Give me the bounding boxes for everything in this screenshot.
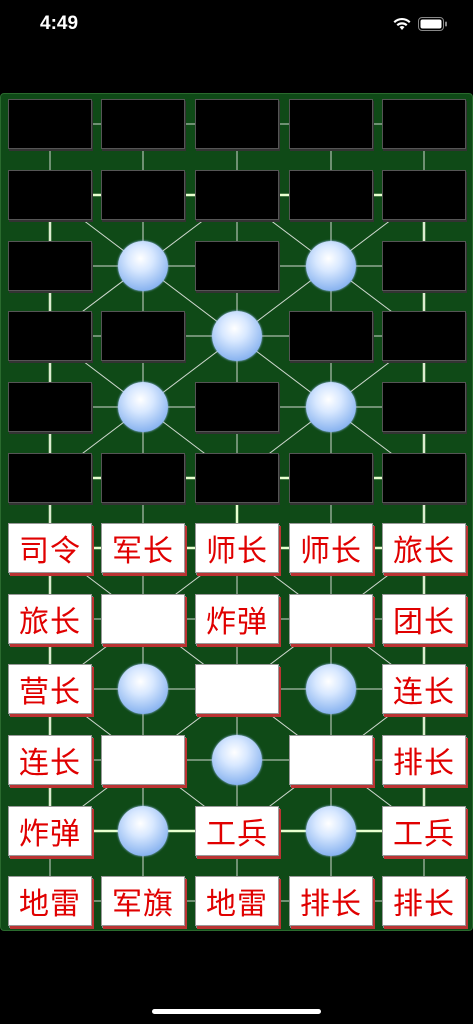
hidden-piece[interactable] xyxy=(195,99,279,149)
camp-circle[interactable] xyxy=(118,664,168,714)
piece[interactable]: 工兵 xyxy=(195,806,279,856)
piece[interactable] xyxy=(101,594,185,644)
piece[interactable]: 团长 xyxy=(382,594,466,644)
hidden-piece[interactable] xyxy=(382,311,466,361)
hidden-piece[interactable] xyxy=(195,382,279,432)
piece[interactable]: 排长 xyxy=(289,876,373,926)
hidden-piece[interactable] xyxy=(289,453,373,503)
piece[interactable]: 军旗 xyxy=(101,876,185,926)
camp-circle[interactable] xyxy=(118,382,168,432)
hidden-piece[interactable] xyxy=(382,170,466,220)
piece[interactable]: 地雷 xyxy=(8,876,92,926)
camp-circle[interactable] xyxy=(306,806,356,856)
hidden-piece[interactable] xyxy=(101,311,185,361)
hidden-piece[interactable] xyxy=(101,170,185,220)
hidden-piece[interactable] xyxy=(382,453,466,503)
piece[interactable]: 排长 xyxy=(382,876,466,926)
piece[interactable]: 地雷 xyxy=(195,876,279,926)
hidden-piece[interactable] xyxy=(289,170,373,220)
camp-circle[interactable] xyxy=(306,382,356,432)
hidden-piece[interactable] xyxy=(289,99,373,149)
piece[interactable] xyxy=(289,594,373,644)
battery-icon xyxy=(418,17,447,31)
hidden-piece[interactable] xyxy=(382,99,466,149)
piece[interactable]: 连长 xyxy=(8,735,92,785)
piece[interactable]: 炸弹 xyxy=(195,594,279,644)
piece[interactable] xyxy=(195,664,279,714)
status-bar: 4:49 xyxy=(0,0,473,50)
hidden-piece[interactable] xyxy=(382,382,466,432)
camp-circle[interactable] xyxy=(118,806,168,856)
hidden-piece[interactable] xyxy=(195,453,279,503)
piece[interactable]: 工兵 xyxy=(382,806,466,856)
home-indicator xyxy=(152,1009,321,1014)
piece[interactable]: 营长 xyxy=(8,664,92,714)
piece[interactable]: 军长 xyxy=(101,523,185,573)
hidden-piece[interactable] xyxy=(8,241,92,291)
piece[interactable]: 排长 xyxy=(382,735,466,785)
piece[interactable]: 炸弹 xyxy=(8,806,92,856)
hidden-piece[interactable] xyxy=(8,99,92,149)
piece[interactable]: 师长 xyxy=(289,523,373,573)
status-time: 4:49 xyxy=(40,13,79,34)
hidden-piece[interactable] xyxy=(195,241,279,291)
camp-circle[interactable] xyxy=(306,664,356,714)
piece[interactable] xyxy=(101,735,185,785)
hidden-piece[interactable] xyxy=(8,382,92,432)
camp-circle[interactable] xyxy=(212,735,262,785)
camp-circle[interactable] xyxy=(118,241,168,291)
hidden-piece[interactable] xyxy=(289,311,373,361)
piece[interactable]: 师长 xyxy=(195,523,279,573)
piece[interactable]: 连长 xyxy=(382,664,466,714)
hidden-piece[interactable] xyxy=(101,99,185,149)
hidden-piece[interactable] xyxy=(195,170,279,220)
piece[interactable]: 旅长 xyxy=(382,523,466,573)
piece[interactable]: 旅长 xyxy=(8,594,92,644)
game-board: 司令 军长 师长 师长 旅长 旅长 炸弹 团长 营长 连长 连长 排长 炸弹 工兵 工兵 地雷 军旗 地雷 排长 排长 xyxy=(0,93,473,931)
hidden-piece[interactable] xyxy=(8,311,92,361)
hidden-piece[interactable] xyxy=(382,241,466,291)
piece[interactable]: 司令 xyxy=(8,523,92,573)
piece[interactable] xyxy=(289,735,373,785)
camp-circle[interactable] xyxy=(306,241,356,291)
hidden-piece[interactable] xyxy=(8,453,92,503)
camp-circle[interactable] xyxy=(212,311,262,361)
hidden-piece[interactable] xyxy=(8,170,92,220)
wifi-icon xyxy=(393,17,411,30)
hidden-piece[interactable] xyxy=(101,453,185,503)
